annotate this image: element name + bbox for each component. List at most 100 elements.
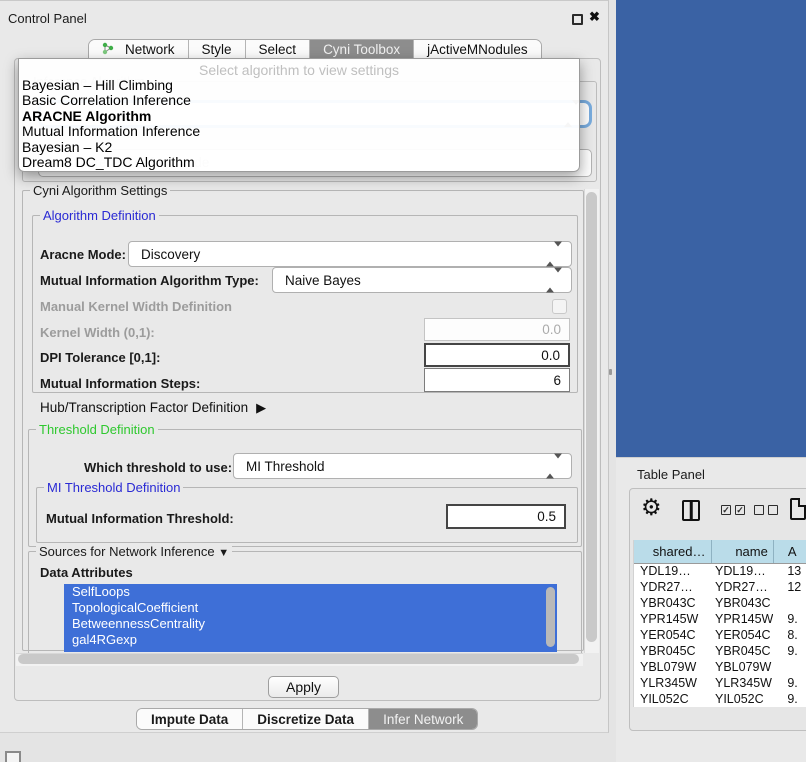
dropdown-item-list: Bayesian – Hill ClimbingBasic Correlatio… (19, 78, 579, 170)
which-threshold-combo[interactable]: MI Threshold (233, 453, 572, 479)
hub-definition-expander[interactable]: Hub/Transcription Factor Definition▶ (40, 400, 266, 416)
table-cell: 9. (773, 611, 806, 627)
unchecked-box-icon (754, 505, 764, 515)
apply-button[interactable]: Apply (268, 676, 339, 698)
tab-network[interactable]: Network (89, 40, 188, 59)
table-cell: 12 (773, 579, 806, 595)
tab-cyni-toolbox[interactable]: Cyni Toolbox (309, 40, 413, 59)
threshold-definition-title: Threshold Definition (36, 422, 158, 437)
control-panel-tabs: Network Style Select Cyni Toolbox jActiveMNo… (88, 39, 542, 60)
table-panel: Table Panel ⚙ ✓ ✓ shared…nameA YDL19…YDL… (616, 457, 806, 762)
control-panel-title: Control Panel (8, 11, 87, 26)
mi-type-label: Mutual Information Algorithm Type: (40, 273, 259, 288)
table-cell: YDL19… (711, 563, 773, 579)
attribute-list-item[interactable]: BetweennessCentrality (64, 616, 557, 632)
algorithm-dropdown-popup: Select algorithm to view settings Bayesi… (18, 58, 580, 172)
network-icon (102, 42, 120, 58)
tab-label: Network (125, 42, 175, 57)
table-header-cell[interactable]: shared… (634, 540, 711, 563)
table-row[interactable]: YBL079WYBL079W (634, 659, 806, 675)
table-header-cell[interactable]: A (773, 540, 806, 563)
table-cell: YER054C (634, 627, 711, 643)
settings-vertical-scrollbar-thumb[interactable] (586, 192, 597, 642)
attribute-list-item[interactable]: SelfLoops (64, 584, 557, 600)
close-panel-icon[interactable]: ✖ (589, 9, 600, 25)
tab-impute-data[interactable]: Impute Data (137, 709, 242, 729)
dpi-tolerance-field[interactable]: 0.0 (424, 343, 570, 367)
dropdown-item[interactable]: Basic Correlation Inference (19, 93, 579, 108)
table-cell: 9. (773, 691, 806, 707)
tab-infer-network[interactable]: Infer Network (368, 709, 477, 729)
dropdown-item[interactable]: ARACNE Algorithm (19, 109, 579, 124)
cytoscape-desktop: GAL7GAL80GAL10GAL1GAL11SWI4GAL4GCY1HAP4Y… (616, 0, 806, 457)
table-header-row[interactable]: shared…nameA (634, 540, 806, 563)
mi-steps-label: Mutual Information Steps: (40, 376, 200, 391)
manual-kernel-checkbox[interactable] (552, 299, 567, 314)
attribute-list-scrollbar[interactable] (546, 587, 555, 647)
settings-horizontal-scrollbar-thumb[interactable] (18, 654, 579, 664)
table-row[interactable]: YPR145WYPR145W9. (634, 611, 806, 627)
table-row[interactable]: YER054CYER054C8. (634, 627, 806, 643)
dropdown-item[interactable]: Bayesian – K2 (19, 140, 579, 155)
checked-box-icon: ✓ (735, 505, 745, 515)
table-cell: YBR045C (711, 643, 773, 659)
export-table-icon[interactable] (790, 498, 806, 520)
table-cell: YBR043C (711, 595, 773, 611)
mi-steps-field[interactable]: 6 (424, 368, 570, 392)
table-row[interactable]: YDL19…YDL19…13 (634, 563, 806, 579)
minimized-panel-icon[interactable] (5, 751, 21, 762)
aracne-mode-combo[interactable]: Discovery (128, 241, 572, 267)
dropdown-item[interactable]: Dream8 DC_TDC Algorithm (19, 155, 579, 170)
table-cell: YBL079W (634, 659, 711, 675)
mi-threshold-label: Mutual Information Threshold: (46, 511, 234, 526)
table-cell (773, 595, 806, 611)
table-row[interactable]: YIL052CYIL052C9. (634, 691, 806, 707)
algorithm-definition-title: Algorithm Definition (40, 208, 159, 223)
mi-type-combo[interactable]: Naive Bayes (272, 267, 572, 293)
dropdown-item[interactable]: Mutual Information Inference (19, 124, 579, 139)
tab-select[interactable]: Select (245, 40, 310, 59)
aracne-mode-label: Aracne Mode: (40, 247, 126, 262)
manual-kernel-label: Manual Kernel Width Definition (40, 299, 232, 314)
table-row[interactable]: YBR045CYBR045C9. (634, 643, 806, 659)
panel-divider-handle[interactable] (609, 369, 612, 375)
mi-type-value: Naive Bayes (285, 273, 361, 288)
dropdown-item[interactable]: Bayesian – Hill Climbing (19, 78, 579, 93)
tab-label: Cyni Toolbox (323, 42, 400, 57)
tab-discretize-data[interactable]: Discretize Data (242, 709, 368, 729)
attribute-list-item[interactable]: TopologicalCoefficient (64, 600, 557, 616)
dpi-tolerance-label: DPI Tolerance [0,1]: (40, 350, 160, 365)
apply-button-label: Apply (286, 679, 321, 695)
mi-threshold-field[interactable]: 0.5 (446, 504, 566, 529)
mi-threshold-group-title: MI Threshold Definition (44, 480, 183, 495)
table-cell: YER054C (711, 627, 773, 643)
columns-icon[interactable] (682, 500, 700, 521)
mi-steps-value: 6 (553, 373, 561, 388)
table-cell: YDL19… (634, 563, 711, 579)
tab-style[interactable]: Style (188, 40, 245, 59)
float-panel-icon[interactable] (572, 14, 583, 25)
gear-icon[interactable]: ⚙ (641, 494, 662, 521)
table-cell: YIL052C (711, 691, 773, 707)
table-row[interactable]: YDR27…YDR27…12 (634, 579, 806, 595)
dropdown-placeholder: Select algorithm to view settings (19, 59, 579, 78)
mi-threshold-value: 0.5 (537, 509, 556, 524)
combo-stepper-icon (546, 459, 562, 474)
tab-label: Style (202, 42, 232, 57)
table-row[interactable]: YLR345WYLR345W9. (634, 675, 806, 691)
data-attributes-list[interactable]: SelfLoopsTopologicalCoefficientBetweenne… (64, 584, 557, 652)
table-panel-body: ⚙ ✓ ✓ shared…nameA YDL19…YDL19…13YDR27…Y… (629, 488, 806, 731)
tab-jactivemnodules[interactable]: jActiveMNodules (413, 40, 541, 59)
table-row[interactable]: YBR043CYBR043C (634, 595, 806, 611)
deselect-all-checkboxes-icon[interactable] (754, 505, 778, 515)
table-cell: YDR27… (634, 579, 711, 595)
hub-definition-label: Hub/Transcription Factor Definition (40, 400, 248, 415)
table-cell: YDR27… (711, 579, 773, 595)
sources-group-title[interactable]: Sources for Network Inference ▼ (36, 544, 232, 559)
data-attributes-label: Data Attributes (40, 565, 133, 580)
table-cell: YPR145W (634, 611, 711, 627)
attribute-list-item[interactable]: gal4RGexp (64, 632, 557, 648)
select-all-checkboxes-icon[interactable]: ✓ ✓ (721, 505, 745, 515)
node-table: shared…nameA YDL19…YDL19…13YDR27…YDR27…1… (633, 540, 806, 707)
table-header-cell[interactable]: name (711, 540, 773, 563)
